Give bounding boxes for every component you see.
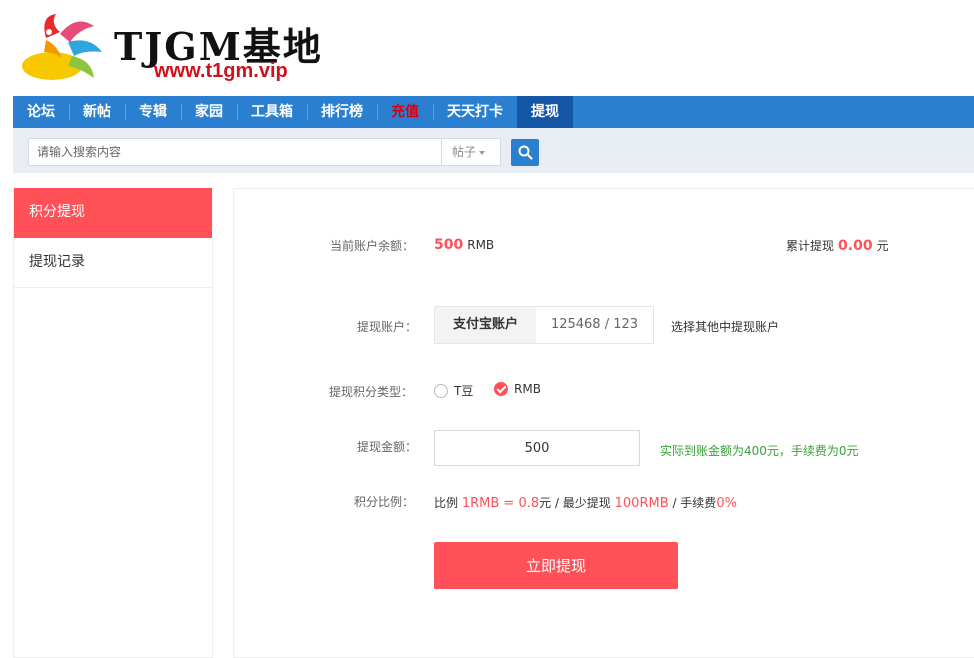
main-nav: 论坛 新帖 专辑 家园 工具箱 排行榜 充值 天天打卡 提现 <box>13 96 974 128</box>
balance-label: 当前账户余额： <box>329 239 414 253</box>
ratio-min: 100RMB <box>614 496 669 511</box>
balance-unit: RMB <box>467 238 495 252</box>
ratio-prefix: 比例 <box>434 496 459 510</box>
sidebar-item-points-withdraw[interactable]: 积分提现 <box>14 188 212 238</box>
amount-input[interactable] <box>434 430 640 466</box>
search-box: 帖子 <box>28 138 501 166</box>
search-button[interactable] <box>511 139 539 166</box>
total-withdrawn-label: 累计提现 <box>786 239 835 253</box>
ratio-rate: 1RMB = 0.8 <box>461 496 540 511</box>
nav-item-toolbox[interactable]: 工具箱 <box>237 96 307 128</box>
nav-item-albums[interactable]: 专辑 <box>125 96 181 128</box>
choose-other-account-link[interactable]: 选择其他中提现账户 <box>671 318 779 335</box>
nav-item-withdraw[interactable]: 提现 <box>517 96 573 128</box>
ratio-rate-unit: 元 / 最少提现 <box>539 496 611 510</box>
radio-rmb[interactable]: RMB <box>494 381 541 397</box>
ratio-fee-text: / 手续费 <box>668 496 717 510</box>
nav-item-new-posts[interactable]: 新帖 <box>69 96 125 128</box>
sidebar: 积分提现 提现记录 <box>13 188 213 658</box>
total-withdrawn-unit: 元 <box>876 239 889 253</box>
account-name: 支付宝账户 <box>435 307 536 343</box>
nav-item-forum[interactable]: 论坛 <box>13 96 69 128</box>
ratio-label: 积分比例： <box>353 495 414 509</box>
search-type-label: 帖子 <box>452 145 477 159</box>
search-type-select[interactable]: 帖子 <box>441 139 500 165</box>
withdraw-submit-button[interactable]: 立即提现 <box>434 542 678 589</box>
radio-rmb-label: RMB <box>514 382 541 396</box>
amount-hint: 实际到账金额为400元，手续费为0元 <box>660 444 859 458</box>
sidebar-item-withdraw-history[interactable]: 提现记录 <box>14 238 212 288</box>
nav-item-ranking[interactable]: 排行榜 <box>307 96 377 128</box>
points-type-label: 提现积分类型： <box>328 385 413 399</box>
search-input[interactable] <box>29 139 457 165</box>
amount-label: 提现金额： <box>356 440 417 454</box>
nav-item-home[interactable]: 家园 <box>181 96 237 128</box>
radio-tdou-label: T豆 <box>454 384 474 398</box>
ratio-info: 比例 1RMB = 0.8元 / 最少提现 100RMB / 手续费0% <box>434 494 737 511</box>
total-withdrawn: 累计提现 0.00 元 <box>786 237 889 254</box>
radio-tdou[interactable]: T豆 <box>434 382 473 399</box>
account-number: 125468 / 123 <box>550 317 639 332</box>
nav-item-recharge[interactable]: 充值 <box>377 96 433 128</box>
chevron-down-icon <box>479 150 486 155</box>
site-logo[interactable]: TJGM基地 www.t1gm.vip <box>16 8 326 88</box>
withdraw-account-selector[interactable]: 支付宝账户 125468 / 123 <box>434 306 654 344</box>
ratio-fee: 0% <box>716 496 737 511</box>
search-icon <box>518 145 533 160</box>
logo-url: www.t1gm.vip <box>154 60 288 82</box>
search-bar: 帖子 <box>13 128 974 173</box>
withdraw-panel: 当前账户余额： 500 RMB 累计提现 0.00 元 提现账户： 支付宝账户 125… <box>233 188 974 658</box>
account-label: 提现账户： <box>356 320 417 334</box>
nav-item-daily-checkin[interactable]: 天天打卡 <box>433 96 517 128</box>
total-withdrawn-value: 0.00 <box>838 238 873 254</box>
radio-circle-icon <box>434 383 448 398</box>
balance-number: 500 <box>434 237 464 253</box>
rooster-logo-icon <box>22 14 102 80</box>
radio-checked-icon <box>494 381 508 396</box>
balance-value: 500 RMB <box>434 237 494 253</box>
site-header: TJGM基地 www.t1gm.vip <box>0 0 974 96</box>
